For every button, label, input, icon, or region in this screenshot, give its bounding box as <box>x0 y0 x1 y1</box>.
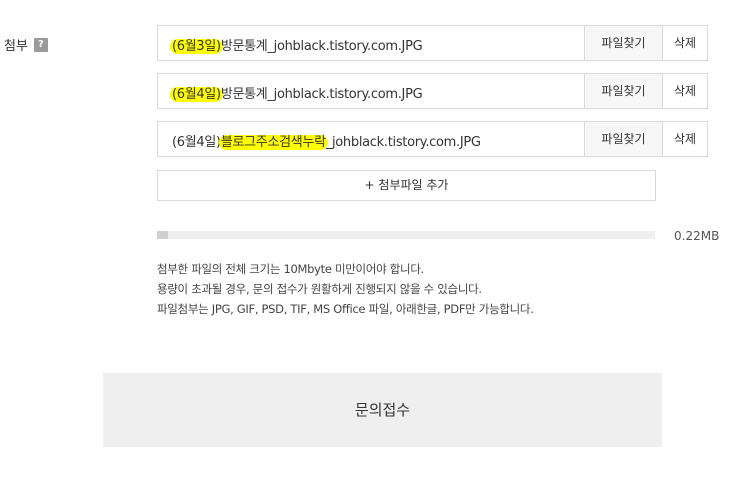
file-name-highlight: (6월4일) <box>170 87 223 102</box>
delete-file-button[interactable]: 삭제 <box>662 25 708 61</box>
file-name-field[interactable]: (6월4일)방문통계_johblack.tistory.com.JPG <box>157 73 586 109</box>
file-name-text: (6월3일)방문통계_johblack.tistory.com.JPG <box>170 35 423 54</box>
add-attachment-button[interactable]: + 첨부파일 추가 <box>157 170 656 201</box>
file-name-highlight: (6월3일) <box>170 39 223 54</box>
file-row-3: (6월4일)블로그주소검색누락_johblack.tistory.com.JPG… <box>157 121 708 157</box>
delete-file-button[interactable]: 삭제 <box>662 73 708 109</box>
file-name-rest: 방문통계_johblack.tistory.com.JPG <box>220 87 423 102</box>
attachment-label: 첨부 ? <box>4 35 48 54</box>
upload-size-bar <box>157 231 655 239</box>
find-file-button[interactable]: 파일찾기 <box>584 73 663 109</box>
delete-file-button[interactable]: 삭제 <box>662 121 708 157</box>
file-name-text: (6월4일)블로그주소검색누락_johblack.tistory.com.JPG <box>172 131 481 150</box>
file-row-2: (6월4일)방문통계_johblack.tistory.com.JPG 파일찾기… <box>157 73 708 109</box>
note-line: 파일첨부는 JPG, GIF, PSD, TIF, MS Office 파일, … <box>157 302 534 316</box>
file-name-text: (6월4일)방문통계_johblack.tistory.com.JPG <box>170 83 423 102</box>
file-name-rest: _johblack.tistory.com.JPG <box>325 135 481 150</box>
note-line: 첨부한 파일의 전체 크기는 10Mbyte 미만이어야 합니다. <box>157 262 424 276</box>
file-name-field[interactable]: (6월4일)블로그주소검색누락_johblack.tistory.com.JPG <box>157 121 586 157</box>
file-row-1: (6월3일)방문통계_johblack.tistory.com.JPG 파일찾기… <box>157 25 708 61</box>
file-name-field[interactable]: (6월3일)방문통계_johblack.tistory.com.JPG <box>157 25 586 61</box>
note-line: 용량이 초과될 경우, 문의 접수가 원활하게 진행되지 않을 수 있습니다. <box>157 282 482 296</box>
upload-size-bar-fill <box>157 231 168 239</box>
file-name-rest: 방문통계_johblack.tistory.com.JPG <box>220 39 423 54</box>
submit-inquiry-button[interactable]: 문의접수 <box>103 373 662 447</box>
file-name-prefix: (6월4일) <box>172 135 221 150</box>
upload-size-text: 0.22MB <box>674 229 720 243</box>
attachment-notes: 첨부한 파일의 전체 크기는 10Mbyte 미만이어야 합니다. 용량이 초과… <box>157 259 534 319</box>
find-file-button[interactable]: 파일찾기 <box>584 25 663 61</box>
attachment-label-text: 첨부 <box>4 39 28 54</box>
file-name-highlight: 블로그주소검색누락 <box>218 135 328 150</box>
help-icon[interactable]: ? <box>33 37 48 52</box>
find-file-button[interactable]: 파일찾기 <box>584 121 663 157</box>
